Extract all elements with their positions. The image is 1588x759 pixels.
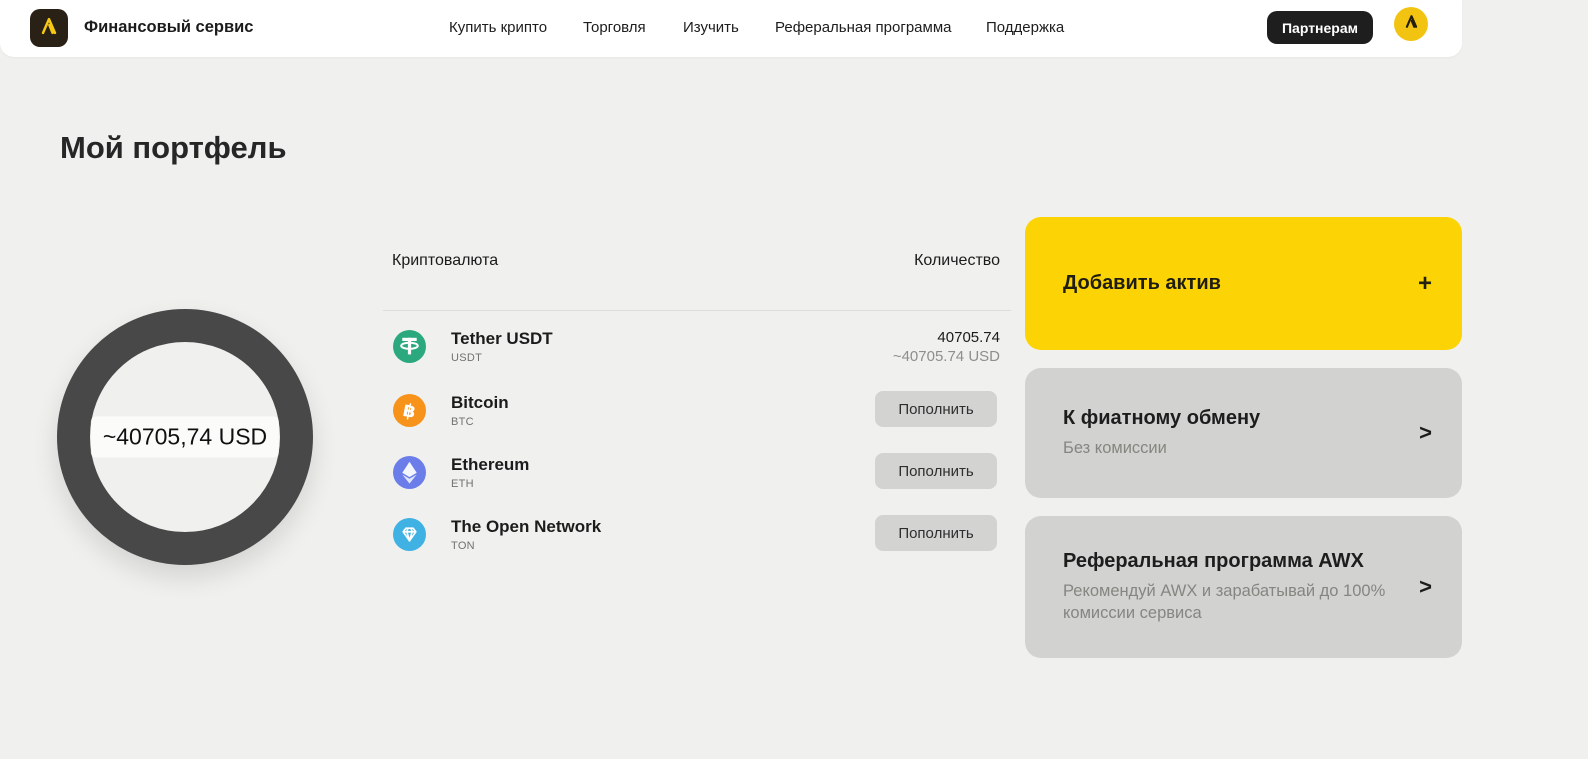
asset-ticker: BTC	[451, 416, 474, 428]
referral-program-card[interactable]: Реферальная программа AWX Рекомендуй AWX…	[1025, 516, 1462, 658]
tether-icon	[393, 330, 426, 363]
asset-name: Ethereum	[451, 455, 530, 474]
column-header-amount: Количество	[914, 252, 1000, 269]
account-avatar[interactable]	[1394, 7, 1428, 41]
add-asset-title: Добавить актив	[1063, 272, 1221, 294]
asset-amount: 40705.74	[937, 329, 1000, 346]
awx-avatar-icon	[1403, 13, 1420, 35]
nav-buy-crypto[interactable]: Купить крипто	[449, 19, 547, 36]
plus-icon: +	[1417, 269, 1432, 297]
chevron-right-icon: >	[1419, 574, 1432, 599]
topup-button-btc[interactable]: Пополнить	[875, 391, 997, 427]
asset-amounts: 40705.74 ~40705.74 USD	[893, 328, 1000, 366]
fiat-exchange-subtitle: Без комиссии	[1063, 439, 1167, 457]
asset-row-eth: Ethereum ETH Пополнить	[393, 453, 1010, 496]
referral-program-subtitle: Рекомендуй AWX и зарабатывай до 100% ком…	[1063, 582, 1386, 622]
portfolio-donut-chart: ~40705,74 USD	[57, 309, 313, 565]
topup-button-ton[interactable]: Пополнить	[875, 515, 997, 551]
asset-ticker: ETH	[451, 478, 474, 490]
page-title: Мой портфель	[60, 130, 287, 165]
asset-amount-usd: ~40705.74 USD	[892, 348, 1000, 365]
asset-ticker: TON	[451, 540, 475, 552]
chevron-right-icon: >	[1419, 420, 1432, 445]
header: Финансовый сервис Купить крипто Торговля…	[0, 0, 1462, 57]
table-divider	[383, 310, 1011, 311]
fiat-exchange-card[interactable]: К фиатному обмену Без комиссии >	[1025, 368, 1462, 498]
asset-name: The Open Network	[451, 517, 602, 536]
add-asset-card[interactable]: Добавить актив +	[1025, 217, 1462, 350]
bitcoin-icon: ฿	[393, 394, 426, 427]
nav-explore[interactable]: Изучить	[683, 19, 739, 36]
portfolio-page: Финансовый сервис Купить крипто Торговля…	[0, 0, 1588, 759]
referral-program-title: Реферальная программа AWX	[1063, 550, 1364, 572]
column-header-currency: Криптовалюта	[392, 252, 499, 269]
partners-button[interactable]: Партнерам	[1267, 11, 1373, 44]
asset-row-usdt: Tether USDT USDT 40705.74 ~40705.74 USD	[393, 328, 1010, 370]
brand-logo[interactable]	[30, 9, 68, 47]
portfolio-total-label: ~40705,74 USD	[90, 416, 280, 458]
awx-logo-icon	[38, 15, 60, 42]
nav-trading[interactable]: Торговля	[583, 19, 646, 36]
brand-name: Финансовый сервис	[84, 18, 254, 36]
asset-name: Tether USDT	[451, 329, 553, 348]
ton-icon	[393, 518, 426, 551]
asset-name: Bitcoin	[451, 393, 509, 412]
asset-row-btc: ฿ Bitcoin BTC Пополнить	[393, 391, 1010, 434]
nav-support[interactable]: Поддержка	[986, 19, 1064, 36]
asset-ticker: USDT	[451, 352, 483, 364]
asset-row-ton: The Open Network TON Пополнить	[393, 515, 1010, 558]
nav-referral-program[interactable]: Реферальная программа	[775, 19, 951, 36]
fiat-exchange-title: К фиатному обмену	[1063, 407, 1261, 429]
topup-button-eth[interactable]: Пополнить	[875, 453, 997, 489]
ethereum-icon	[393, 456, 426, 489]
